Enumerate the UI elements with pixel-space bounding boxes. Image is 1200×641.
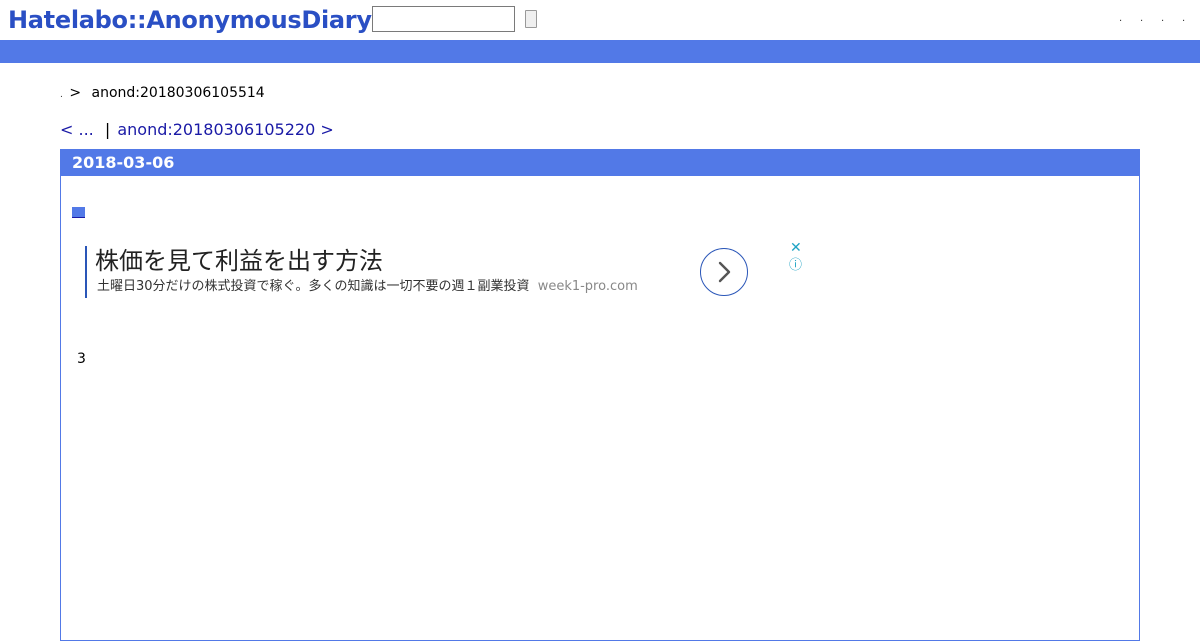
ad-domain: week1-pro.com xyxy=(537,279,638,294)
chevron-right-icon xyxy=(718,261,731,283)
day-header: 2018-03-06 xyxy=(61,150,1139,176)
section-mark-icon xyxy=(72,207,85,218)
diary-day: 2018-03-06 株価を見て利益を出す方法 土曜日30分だけの株式投資で稼ぐ… xyxy=(60,149,1140,641)
site-logo[interactable]: Hatelabo::AnonymousDiary xyxy=(8,4,372,36)
pager: < ... | anond:20180306105220 > xyxy=(60,120,334,140)
ad-description: 土曜日30分だけの株式投資で稼ぐ。多くの知識は一切不要の週１副業投資 week1… xyxy=(97,279,638,295)
breadcrumb-current: anond:20180306105514 xyxy=(91,85,265,101)
prev-link[interactable]: < ... xyxy=(60,120,94,139)
top-links: . . . . xyxy=(1119,12,1186,26)
pager-divider: | xyxy=(104,120,111,139)
top-link-1[interactable]: . xyxy=(1119,12,1123,26)
breadcrumb-separator: > xyxy=(69,85,82,101)
ad-title[interactable]: 株価を見て利益を出す方法 xyxy=(95,246,383,276)
search-input[interactable] xyxy=(372,6,515,32)
entry-body: 3 xyxy=(77,351,86,367)
ad-close-icon[interactable]: ✕ xyxy=(790,241,802,255)
breadcrumb: . > anond:20180306105514 xyxy=(60,84,265,104)
ad-info-icon[interactable]: ⓘ xyxy=(789,259,802,273)
breadcrumb-home[interactable]: . xyxy=(60,90,63,100)
ad-banner[interactable]: 株価を見て利益を出す方法 土曜日30分だけの株式投資で稼ぐ。多くの知識は一切不要… xyxy=(85,241,802,302)
section-permalink[interactable] xyxy=(72,207,85,221)
ad-description-text: 土曜日30分だけの株式投資で稼ぐ。多くの知識は一切不要の週１副業投資 xyxy=(97,279,530,294)
top-link-4[interactable]: . xyxy=(1182,12,1186,26)
ad-arrow-button[interactable] xyxy=(700,248,748,296)
top-link-3[interactable]: . xyxy=(1161,12,1165,26)
top-link-2[interactable]: . xyxy=(1140,12,1144,26)
ad-accent-rule xyxy=(85,246,87,298)
day-date-link[interactable]: 2018-03-06 xyxy=(72,153,174,173)
header-bar xyxy=(0,40,1200,63)
search-button[interactable] xyxy=(525,10,537,28)
next-link[interactable]: anond:20180306105220 > xyxy=(117,120,333,139)
site-header: Hatelabo::AnonymousDiary . . . . xyxy=(0,0,1200,40)
